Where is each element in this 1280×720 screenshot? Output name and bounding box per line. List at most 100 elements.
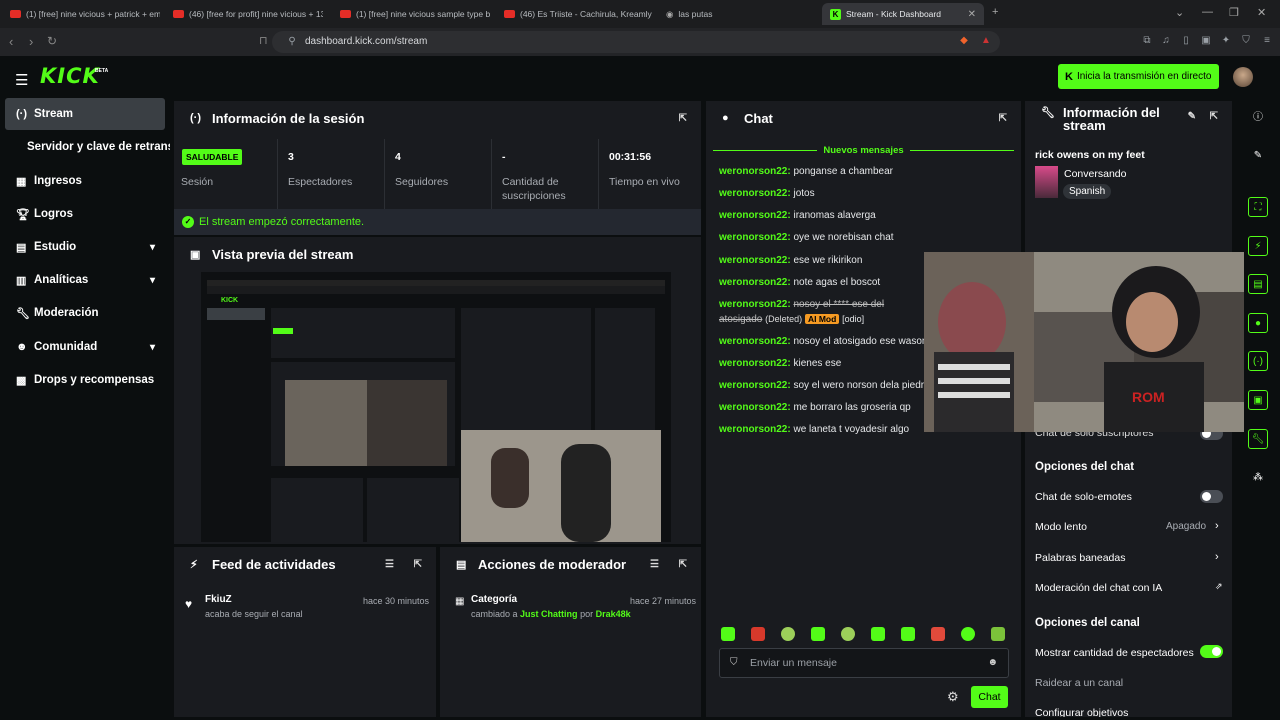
- popout-icon[interactable]: ⇱: [999, 113, 1007, 124]
- wallet-icon[interactable]: ▣: [1200, 35, 1212, 47]
- browser-tab[interactable]: (46) Es Triiste - Cachirula, Kreamly - Y: [504, 3, 654, 25]
- category-icon: ▦: [455, 596, 465, 607]
- restore-icon[interactable]: ❐: [1229, 6, 1239, 19]
- ai-moderation-label[interactable]: Moderación del chat con IA: [1035, 582, 1225, 594]
- brave-rewards-icon[interactable]: ▲: [980, 35, 992, 47]
- send-chat-button[interactable]: Chat: [971, 686, 1008, 708]
- beta-badge: BETA: [95, 68, 109, 74]
- bookmark-icon[interactable]: ⊓: [259, 34, 268, 47]
- popout-icon[interactable]: ⇱: [679, 559, 687, 570]
- emote-icon[interactable]: [751, 627, 765, 641]
- sidebar-item-comunidad[interactable]: ☻ Comunidad ▾: [5, 331, 165, 363]
- clipboard-icon[interactable]: ▣: [1248, 390, 1268, 410]
- emote-icon[interactable]: [991, 627, 1005, 641]
- svg-text:KICK: KICK: [221, 297, 238, 304]
- stat-subscriptions: - Cantidad de suscripciones: [492, 139, 599, 209]
- emote-icon[interactable]: [811, 627, 825, 641]
- tab-search-icon[interactable]: ⌄: [1175, 6, 1184, 19]
- emoji-icon[interactable]: ☻: [987, 657, 998, 668]
- chat-input[interactable]: ⛉ Enviar un mensaje ☻: [719, 648, 1009, 678]
- shield-icon[interactable]: ⛉: [730, 657, 738, 668]
- edit-icon[interactable]: ✎: [1248, 146, 1268, 166]
- youtube-icon: [340, 10, 351, 18]
- fullscreen-icon[interactable]: ⛶: [1248, 197, 1268, 217]
- broadcast-icon: (·): [16, 108, 27, 120]
- emote-only-toggle[interactable]: [1200, 490, 1223, 503]
- sidebar-item-logros[interactable]: 🏆︎ Logros: [5, 198, 165, 230]
- new-tab-icon[interactable]: +: [992, 6, 998, 18]
- close-tab-icon[interactable]: ✕: [968, 9, 976, 20]
- chat-icon[interactable]: ●: [1248, 313, 1268, 333]
- popout-icon[interactable]: ⇱: [414, 559, 422, 570]
- forward-icon[interactable]: ›: [29, 34, 33, 49]
- sidebar-item-server-key[interactable]: Servidor y clave de retransmisión: [27, 141, 170, 153]
- chevron-right-icon[interactable]: ›: [1215, 520, 1219, 532]
- document-icon[interactable]: ▤: [1248, 274, 1268, 294]
- svg-text:ROM: ROM: [1132, 389, 1165, 405]
- chat-settings-gear-icon[interactable]: ⚙: [947, 689, 959, 705]
- hamburger-menu-icon[interactable]: ☰: [15, 71, 28, 89]
- preview-thumbnail-icon: KICK: [201, 272, 671, 542]
- emote-icon[interactable]: [841, 627, 855, 641]
- sidebar-item-ingresos[interactable]: ▦ Ingresos: [5, 165, 165, 197]
- filter-icon[interactable]: ☰: [385, 559, 394, 570]
- vpn-icon[interactable]: ⛉: [1240, 35, 1252, 47]
- goals-label[interactable]: Configurar objetivos: [1035, 707, 1225, 717]
- emote-icon[interactable]: [931, 627, 945, 641]
- sidebar-item-analiticas[interactable]: ▥ Analíticas ▾: [5, 264, 165, 296]
- browser-tab[interactable]: (1) [free] nine vicious + patrick + em: [10, 3, 160, 25]
- browser-tab[interactable]: (1) [free] nine vicious sample type be: [340, 3, 490, 25]
- browser-tab-active[interactable]: K Stream - Kick Dashboard ✕: [822, 3, 984, 25]
- back-icon[interactable]: ‹: [9, 34, 13, 49]
- music-icon[interactable]: ♫: [1160, 35, 1172, 47]
- chat-message-deleted: weronorson22: nosoy el **** ese del atos…: [719, 299, 885, 325]
- sidebar-item-estudio[interactable]: ▤ Estudio ▾: [5, 231, 165, 263]
- emote-icon[interactable]: [781, 627, 795, 641]
- stream-preview-video[interactable]: KICK: [201, 272, 671, 542]
- user-avatar[interactable]: [1233, 67, 1253, 87]
- browser-tab[interactable]: (46) [free for profit] nine vicious + 13: [173, 3, 323, 25]
- chat-options-title: Opciones del chat: [1035, 461, 1135, 473]
- banned-words-label[interactable]: Palabras baneadas: [1035, 552, 1225, 564]
- extensions-icon[interactable]: ⧉: [1141, 35, 1153, 47]
- browser-tab[interactable]: ◉ las putas: [666, 3, 816, 25]
- emote-icon[interactable]: [901, 627, 915, 641]
- kick-logo[interactable]: KICK: [40, 64, 100, 88]
- wrench-icon[interactable]: 🔧︎: [1248, 429, 1268, 449]
- close-window-icon[interactable]: ✕: [1257, 6, 1266, 19]
- info-icon[interactable]: ⓘ: [1248, 108, 1268, 128]
- go-live-button[interactable]: K Inicia la transmisión en directo: [1058, 64, 1219, 89]
- stream-title: rick owens on my feet: [1035, 149, 1145, 161]
- filter-icon[interactable]: ☰: [650, 559, 659, 570]
- broadcast-icon[interactable]: (·): [1248, 351, 1268, 371]
- raid-channel-label[interactable]: Raidear a un canal: [1035, 677, 1225, 689]
- sidebar-item-drops[interactable]: ▩ Drops y recompensas: [5, 364, 165, 396]
- emote-icon[interactable]: [871, 627, 885, 641]
- bolt-icon[interactable]: ⚡︎: [1248, 236, 1268, 256]
- chat-message: weronorson22: jotos: [719, 188, 815, 199]
- show-viewers-toggle[interactable]: [1200, 645, 1223, 658]
- site-info-icon[interactable]: ⚲: [286, 36, 298, 48]
- sidebar-item-moderacion[interactable]: 🔧︎ Moderación: [5, 297, 165, 329]
- sidebar-toggle-icon[interactable]: ▯: [1180, 35, 1192, 47]
- add-widget-icon[interactable]: ⁂: [1248, 468, 1268, 488]
- webcam-overlay: ROM: [924, 252, 1244, 432]
- youtube-icon: [504, 10, 515, 18]
- kick-k-icon: K: [1065, 70, 1073, 83]
- emote-icon[interactable]: [721, 627, 735, 641]
- popout-icon[interactable]: ⇱: [1210, 111, 1218, 122]
- edit-pencil-icon[interactable]: ✎: [1188, 111, 1196, 122]
- external-link-icon[interactable]: ⇗: [1215, 581, 1223, 592]
- chevron-right-icon[interactable]: ›: [1215, 551, 1219, 563]
- popout-icon[interactable]: ⇱: [679, 113, 687, 124]
- reload-icon[interactable]: ↻: [47, 34, 57, 48]
- brave-shield-icon[interactable]: ◆: [958, 35, 970, 47]
- sidebar-item-stream[interactable]: (·) Stream: [5, 98, 165, 130]
- menu-icon[interactable]: ≡: [1261, 35, 1273, 47]
- chevron-down-icon: ▾: [149, 341, 155, 353]
- minimize-icon[interactable]: —: [1202, 6, 1213, 18]
- leo-ai-icon[interactable]: ✦: [1220, 35, 1232, 47]
- stat-session: SALUDABLE Sesión: [174, 139, 278, 209]
- emote-icon[interactable]: [961, 627, 975, 641]
- chevron-down-icon: ▾: [149, 241, 155, 253]
